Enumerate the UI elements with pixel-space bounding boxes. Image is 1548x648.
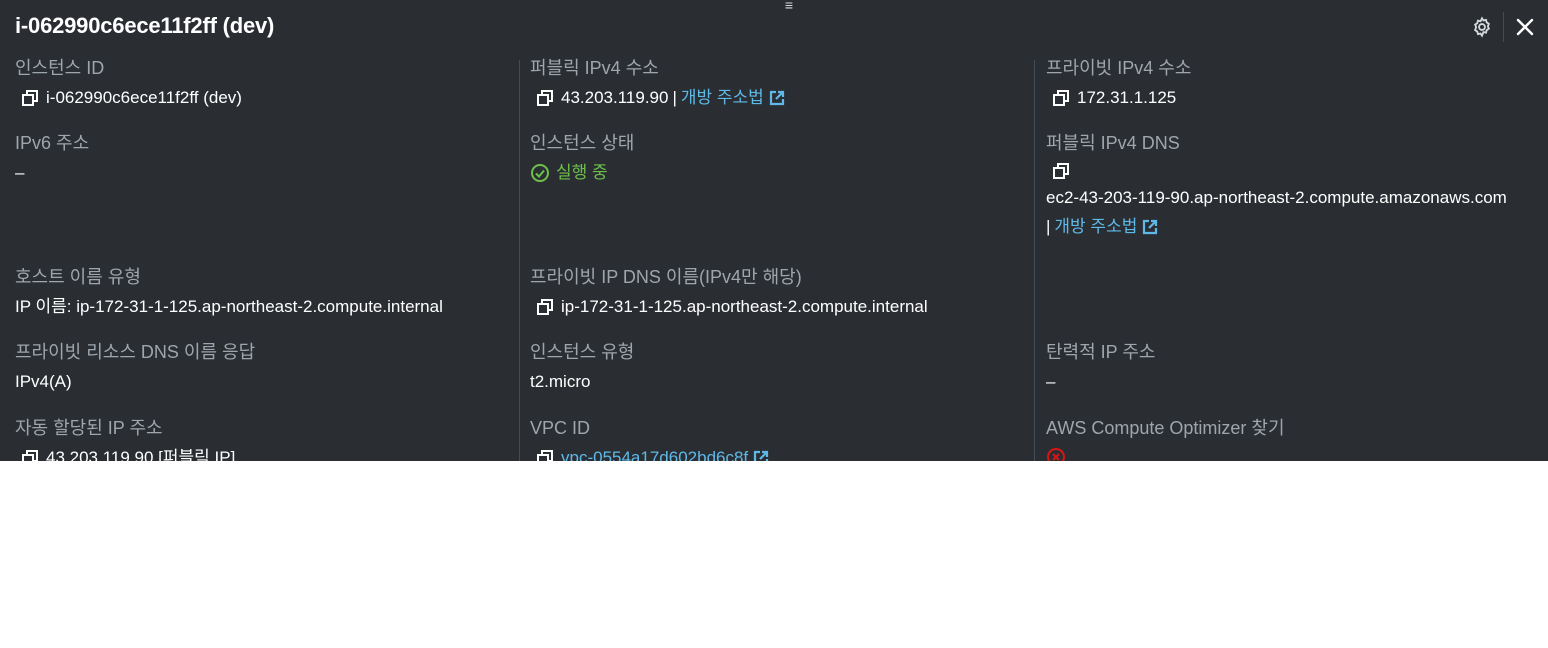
close-button[interactable]: [1512, 14, 1538, 40]
instance-state-value: 실행 중: [556, 163, 608, 182]
field-label: 인스턴스 유형: [530, 342, 635, 362]
field-instance-type: 인스턴스 유형 t2.micro: [530, 341, 634, 393]
field-instance-id: 인스턴스 ID i-062990c6ece11f2ff (dev): [15, 57, 242, 109]
private-ipv4-value: 172.31.1.125: [1077, 88, 1177, 107]
copy-icon[interactable]: [1052, 162, 1070, 180]
vpc-id-link[interactable]: vpc-0554a17d602bd6c8f: [561, 447, 748, 461]
settings-button[interactable]: [1469, 14, 1495, 40]
field-label: 프라이빗 IPv4 수소: [1046, 58, 1192, 78]
field-resource-dns: 프라이빗 리소스 DNS 이름 응답 IPv4(A): [15, 341, 255, 393]
public-dns-value: ec2-43-203-119-90.ap-northeast-2.compute…: [1046, 188, 1507, 207]
panel-title: i-062990c6ece11f2ff (dev): [15, 13, 275, 38]
field-label: 퍼블릭 IPv4 수소: [530, 58, 659, 78]
field-label: 인스턴스 상태: [530, 133, 635, 153]
gear-icon: [1473, 16, 1491, 38]
external-link-icon[interactable]: [1141, 218, 1159, 236]
auto-ip-value: 43.203.119.90 [퍼블릭 IP]: [46, 448, 236, 461]
field-private-ipv4: 프라이빗 IPv4 수소 172.31.1.125: [1046, 57, 1191, 109]
drag-handle[interactable]: ≡: [780, 0, 798, 12]
elastic-ip-value: –: [1046, 372, 1056, 391]
field-label: IPv6 주소: [15, 133, 90, 153]
column-divider: [519, 60, 520, 461]
field-auto-ip: 자동 할당된 IP 주소 43.203.119.90 [퍼블릭 IP]: [15, 417, 235, 461]
field-vpc-id: VPC ID vpc-0554a17d602bd6c8f: [530, 417, 770, 461]
open-address-link[interactable]: 개방 주소법: [1054, 216, 1137, 238]
private-dns-value: ip-172-31-1-125.ap-northeast-2.compute.i…: [561, 297, 928, 316]
field-value: 실행 중: [530, 162, 634, 184]
instance-id-value: i-062990c6ece11f2ff (dev): [46, 88, 242, 107]
field-label: 인스턴스 ID: [15, 58, 105, 78]
field-value: ip-172-31-1-125.ap-northeast-2.compute.i…: [530, 296, 928, 318]
ipv6-value: –: [15, 163, 25, 182]
field-value: 43.203.119.90 | 개방 주소법: [530, 87, 786, 109]
success-icon: [531, 164, 549, 182]
field-instance-state: 인스턴스 상태 실행 중: [530, 132, 634, 184]
open-address-link[interactable]: 개방 주소법: [681, 87, 764, 109]
field-hostname-type: 호스트 이름 유형 IP 이름: ip-172-31-1-125.ap-nort…: [15, 266, 443, 318]
field-label: VPC ID: [530, 418, 591, 438]
field-elastic-ip: 탄력적 IP 주소 –: [1046, 341, 1155, 393]
copy-icon[interactable]: [21, 89, 39, 107]
public-ipv4-value: 43.203.119.90: [561, 88, 669, 107]
copy-icon[interactable]: [1052, 89, 1070, 107]
copy-icon[interactable]: [536, 449, 554, 461]
field-value: i-062990c6ece11f2ff (dev): [15, 87, 242, 109]
field-public-dns: 퍼블릭 IPv4 DNS ec2-43-203-119-90.ap-northe…: [1046, 132, 1541, 238]
resource-dns-value: IPv4(A): [15, 372, 72, 391]
instance-type-value: t2.micro: [530, 372, 591, 391]
error-circle-icon: [1047, 448, 1065, 461]
field-value: | 개방 주소법: [1046, 216, 1541, 238]
field-compute-optimizer: AWS Compute Optimizer 찾기: [1046, 417, 1285, 461]
hostname-type-value: IP 이름: ip-172-31-1-125.ap-northeast-2.co…: [15, 297, 443, 316]
copy-icon[interactable]: [536, 298, 554, 316]
header-divider: [1503, 12, 1504, 42]
field-value: [1046, 447, 1285, 461]
close-icon: [1516, 18, 1534, 36]
field-label: 탄력적 IP 주소: [1046, 342, 1156, 362]
copy-icon[interactable]: [21, 449, 39, 461]
field-label: 퍼블릭 IPv4 DNS: [1046, 133, 1180, 153]
external-link-icon[interactable]: [768, 89, 786, 107]
field-label: 호스트 이름 유형: [15, 267, 141, 287]
field-value: 172.31.1.125: [1046, 87, 1191, 109]
instance-details-panel: ≡ i-062990c6ece11f2ff (dev) 인스턴스 ID i-06…: [0, 0, 1548, 461]
external-link-icon[interactable]: [752, 449, 770, 461]
field-label: 자동 할당된 IP 주소: [15, 418, 163, 438]
field-ipv6: IPv6 주소 –: [15, 132, 89, 184]
field-label: AWS Compute Optimizer 찾기: [1046, 418, 1285, 438]
field-label: 프라이빗 리소스 DNS 이름 응답: [15, 342, 256, 362]
separator: |: [1046, 217, 1051, 236]
field-value: [1046, 162, 1541, 180]
field-value: 43.203.119.90 [퍼블릭 IP]: [15, 447, 235, 461]
separator: |: [672, 88, 677, 107]
field-label: 프라이빗 IP DNS 이름(IPv4만 해당): [530, 267, 802, 287]
copy-icon[interactable]: [536, 89, 554, 107]
field-public-ipv4: 퍼블릭 IPv4 수소 43.203.119.90 | 개방 주소법: [530, 57, 786, 109]
field-value: vpc-0554a17d602bd6c8f: [530, 447, 770, 461]
field-private-dns: 프라이빗 IP DNS 이름(IPv4만 해당) ip-172-31-1-125…: [530, 266, 928, 318]
column-divider: [1034, 60, 1035, 461]
